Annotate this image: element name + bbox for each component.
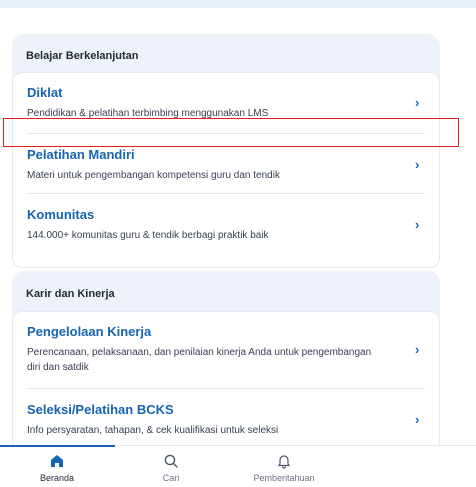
nav-label: Pemberitahuan	[253, 473, 315, 483]
search-icon	[126, 453, 216, 469]
chevron-right-icon: ›	[415, 412, 420, 427]
list-item-diklat[interactable]: Diklat Pendidikan & pelatihan terbimbing…	[27, 85, 425, 121]
home-icon	[12, 453, 102, 469]
highlight-box	[3, 118, 459, 147]
nav-label: Cari	[162, 473, 180, 483]
list-item-pengelolaan-kinerja[interactable]: Pengelolaan Kinerja Perencanaan, pelaksa…	[27, 324, 425, 375]
section-title: Karir dan Kinerja	[26, 288, 115, 300]
section-karir-dan-kinerja: Karir dan Kinerja Pengelolaan Kinerja Pe…	[12, 271, 440, 481]
nav-active-indicator	[0, 445, 115, 447]
item-title: Pengelolaan Kinerja	[27, 324, 152, 339]
item-description: Perencanaan, pelaksanaan, dan penilaian …	[27, 345, 425, 375]
nav-label: Beranda	[39, 473, 75, 483]
divider	[27, 388, 425, 389]
item-description-line2: diri dan satdik	[27, 362, 89, 373]
item-description: 144.000+ komunitas guru & tendik berbagi…	[27, 230, 269, 241]
item-description: Info persyaratan, tahapan, & cek kualifi…	[27, 425, 279, 436]
item-title: Seleksi/Pelatihan BCKS	[27, 402, 174, 417]
item-description-line1: Perencanaan, pelaksanaan, dan penilaian …	[27, 347, 372, 358]
section-title: Belajar Berkelanjutan	[26, 50, 139, 62]
item-title: Diklat	[27, 85, 63, 100]
divider	[27, 193, 425, 194]
item-title: Komunitas	[27, 207, 95, 222]
chevron-right-icon: ›	[415, 157, 420, 172]
page: Belajar Berkelanjutan Diklat Pendidikan …	[0, 0, 476, 487]
chevron-right-icon: ›	[415, 95, 420, 110]
top-strip	[0, 0, 476, 8]
nav-item-beranda[interactable]: Beranda	[12, 453, 102, 483]
bell-icon	[239, 453, 329, 469]
chevron-right-icon: ›	[415, 217, 420, 232]
list-item-pelatihan-mandiri[interactable]: Pelatihan Mandiri Materi untuk pengemban…	[27, 147, 425, 183]
chevron-right-icon: ›	[415, 342, 420, 357]
list-item-komunitas[interactable]: Komunitas 144.000+ komunitas guru & tend…	[27, 207, 425, 243]
item-description: Materi untuk pengembangan kompetensi gur…	[27, 170, 280, 181]
list-item-seleksi-pelatihan-bcks[interactable]: Seleksi/Pelatihan BCKS Info persyaratan,…	[27, 402, 425, 438]
bottom-nav: Beranda Cari Pemberitahuan	[0, 445, 476, 487]
nav-item-pemberitahuan[interactable]: Pemberitahuan	[239, 453, 329, 483]
section-card: Diklat Pendidikan & pelatihan terbimbing…	[12, 72, 440, 268]
nav-item-cari[interactable]: Cari	[126, 453, 216, 483]
item-title: Pelatihan Mandiri	[27, 147, 135, 162]
